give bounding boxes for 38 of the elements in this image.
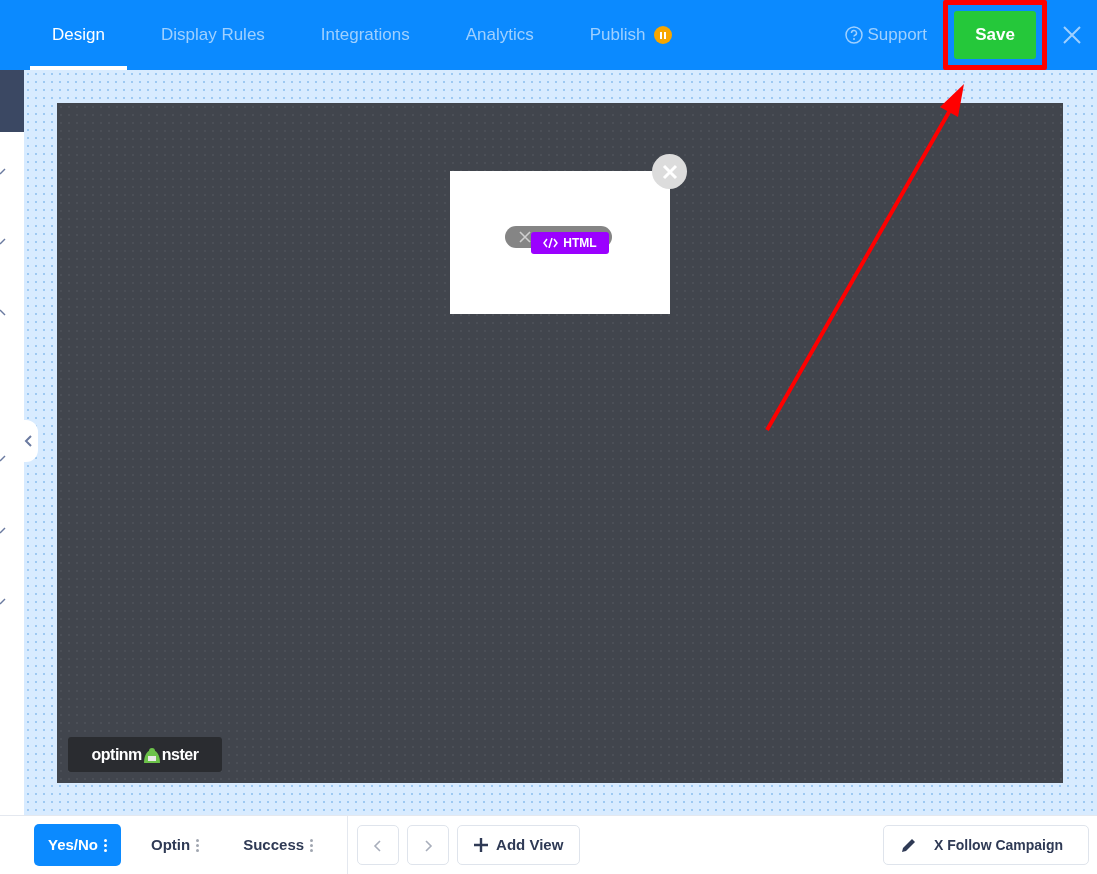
chevron-icon[interactable] xyxy=(0,596,6,606)
view-tab[interactable]: Yes/No xyxy=(34,824,122,866)
html-badge[interactable]: HTML xyxy=(531,232,609,254)
sidebar-header xyxy=(0,70,24,132)
close-icon[interactable] xyxy=(1063,26,1081,44)
add-view-button[interactable]: Add View xyxy=(457,825,581,865)
close-icon xyxy=(661,163,678,180)
chevron-icon[interactable] xyxy=(0,236,6,246)
x-logo-icon xyxy=(519,231,531,243)
kebab-icon[interactable] xyxy=(310,839,314,853)
nav-tab[interactable]: Display Rules xyxy=(138,0,287,70)
chevron-icon[interactable] xyxy=(0,166,6,176)
code-icon xyxy=(543,238,559,248)
view-tab[interactable]: Success xyxy=(229,824,328,866)
save-button[interactable]: Save xyxy=(954,11,1036,59)
plus-icon xyxy=(474,838,489,852)
campaign-name-button[interactable]: X Follow Campaign xyxy=(883,825,1089,865)
support-link[interactable]: Support xyxy=(845,22,927,48)
close-button[interactable] xyxy=(652,154,687,189)
chevron-left-icon xyxy=(373,838,384,853)
monster-icon xyxy=(141,746,162,763)
nav-tab[interactable]: Integrations xyxy=(298,0,432,70)
chevron-icon[interactable] xyxy=(0,308,6,318)
logo-text: optinm xyxy=(91,744,142,765)
logo-text: nster xyxy=(161,744,199,765)
view-tab[interactable]: Optin xyxy=(137,824,214,866)
chevron-icon[interactable] xyxy=(0,525,6,535)
nav-tab[interactable]: Publish xyxy=(567,0,694,70)
nav-tab[interactable]: Analytics xyxy=(443,0,556,70)
chevron-left-icon xyxy=(24,434,34,448)
pencil-icon xyxy=(900,836,918,854)
chevron-icon[interactable] xyxy=(0,453,6,463)
collapse-handle[interactable] xyxy=(24,420,38,462)
kebab-icon[interactable] xyxy=(104,839,108,853)
chevron-right-icon xyxy=(423,838,434,853)
kebab-icon[interactable] xyxy=(196,839,200,853)
badge-label: HTML xyxy=(563,235,597,252)
help-icon xyxy=(845,26,864,44)
